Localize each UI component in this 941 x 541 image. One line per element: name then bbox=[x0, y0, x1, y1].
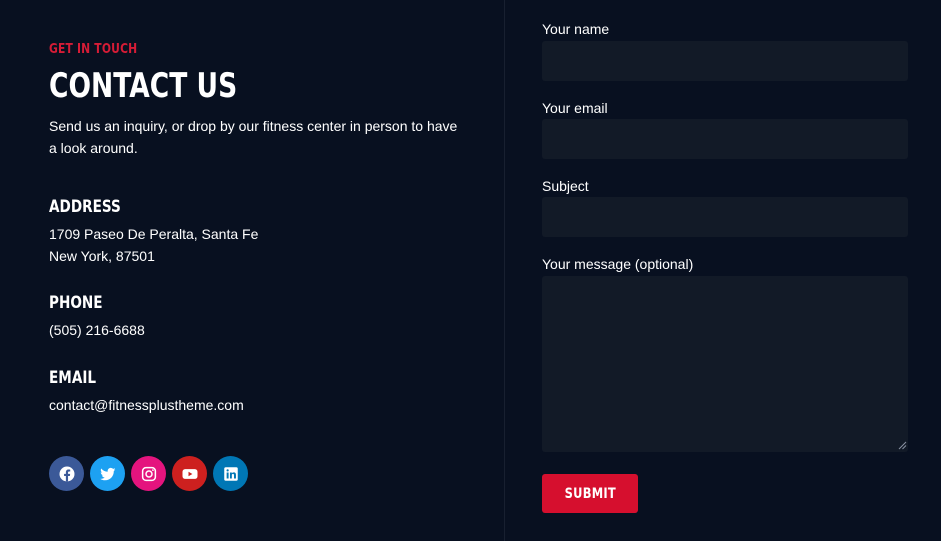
phone-heading: PHONE bbox=[49, 293, 103, 313]
eyebrow-label: GET IN TOUCH bbox=[49, 42, 138, 57]
address-line-1: 1709 Paseo De Peralta, Santa Fe bbox=[49, 226, 259, 242]
facebook-link[interactable] bbox=[49, 456, 84, 491]
name-input[interactable] bbox=[542, 41, 908, 81]
phone-number[interactable]: (505) 216-6688 bbox=[49, 319, 145, 341]
twitter-icon bbox=[99, 467, 115, 480]
facebook-icon bbox=[59, 466, 74, 481]
email-input[interactable] bbox=[542, 119, 908, 159]
email-address[interactable]: contact@fitnessplustheme.com bbox=[49, 394, 244, 416]
contact-info-column: GET IN TOUCH CONTACT US Send us an inqui… bbox=[0, 0, 505, 541]
message-textarea[interactable] bbox=[542, 276, 908, 452]
submit-button-label: SUBMIT bbox=[564, 485, 616, 502]
address-heading: ADDRESS bbox=[49, 197, 121, 217]
linkedin-link[interactable] bbox=[213, 456, 248, 491]
resize-grip-icon[interactable] bbox=[898, 441, 907, 450]
social-links bbox=[49, 456, 248, 491]
name-label: Your name bbox=[542, 21, 610, 37]
page-title: CONTACT US bbox=[49, 66, 238, 106]
linkedin-icon bbox=[223, 466, 238, 481]
intro-text: Send us an inquiry, or drop by our fitne… bbox=[49, 118, 458, 156]
instagram-icon bbox=[141, 466, 156, 481]
email-heading: EMAIL bbox=[49, 368, 97, 388]
submit-button[interactable]: SUBMIT bbox=[542, 474, 638, 513]
message-label: Your message (optional) bbox=[542, 256, 694, 272]
contact-form: Your name Your email Subject Your messag… bbox=[506, 0, 941, 541]
twitter-link[interactable] bbox=[90, 456, 125, 491]
address-line-2: New York, 87501 bbox=[49, 248, 155, 264]
email-label: Your email bbox=[542, 100, 608, 116]
instagram-link[interactable] bbox=[131, 456, 166, 491]
youtube-link[interactable] bbox=[172, 456, 207, 491]
subject-input[interactable] bbox=[542, 197, 908, 237]
youtube-icon bbox=[182, 468, 197, 479]
subject-label: Subject bbox=[542, 178, 589, 194]
